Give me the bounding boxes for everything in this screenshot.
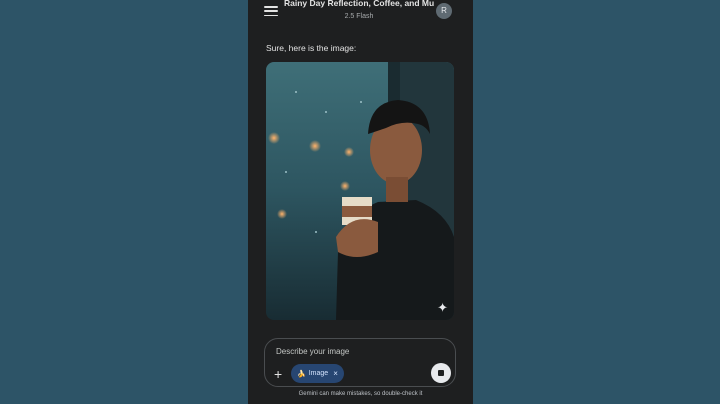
model-label[interactable]: 2.5 Flash: [284, 13, 434, 20]
avatar[interactable]: R: [436, 3, 452, 19]
reply-text: Sure, here is the image:: [266, 43, 357, 53]
banana-icon: 🍌: [297, 370, 306, 378]
generated-image[interactable]: ✦: [266, 62, 454, 320]
chip-label: Image: [308, 370, 329, 377]
disclaimer-text: Gemini can make mistakes, so double-chec…: [298, 391, 423, 397]
gemini-app-screen: Rainy Day Reflection, Coffee, and Music …: [248, 0, 473, 404]
prompt-input[interactable]: Describe your image: [276, 347, 349, 356]
app-header: Rainy Day Reflection, Coffee, and Music …: [248, 0, 473, 30]
conversation-title: Rainy Day Reflection, Coffee, and Music: [284, 0, 434, 8]
stop-button[interactable]: [431, 363, 451, 383]
stop-icon: [438, 370, 444, 376]
menu-icon[interactable]: [264, 5, 278, 17]
background-left: [0, 0, 248, 404]
close-icon[interactable]: ×: [333, 369, 338, 378]
image-tool-chip[interactable]: 🍌 Image ×: [291, 364, 344, 383]
add-attachment-button[interactable]: +: [274, 367, 282, 381]
background-right: [473, 0, 720, 404]
prompt-composer[interactable]: Describe your image + 🍌 Image ×: [264, 338, 456, 387]
sparkle-icon: ✦: [437, 300, 448, 315]
